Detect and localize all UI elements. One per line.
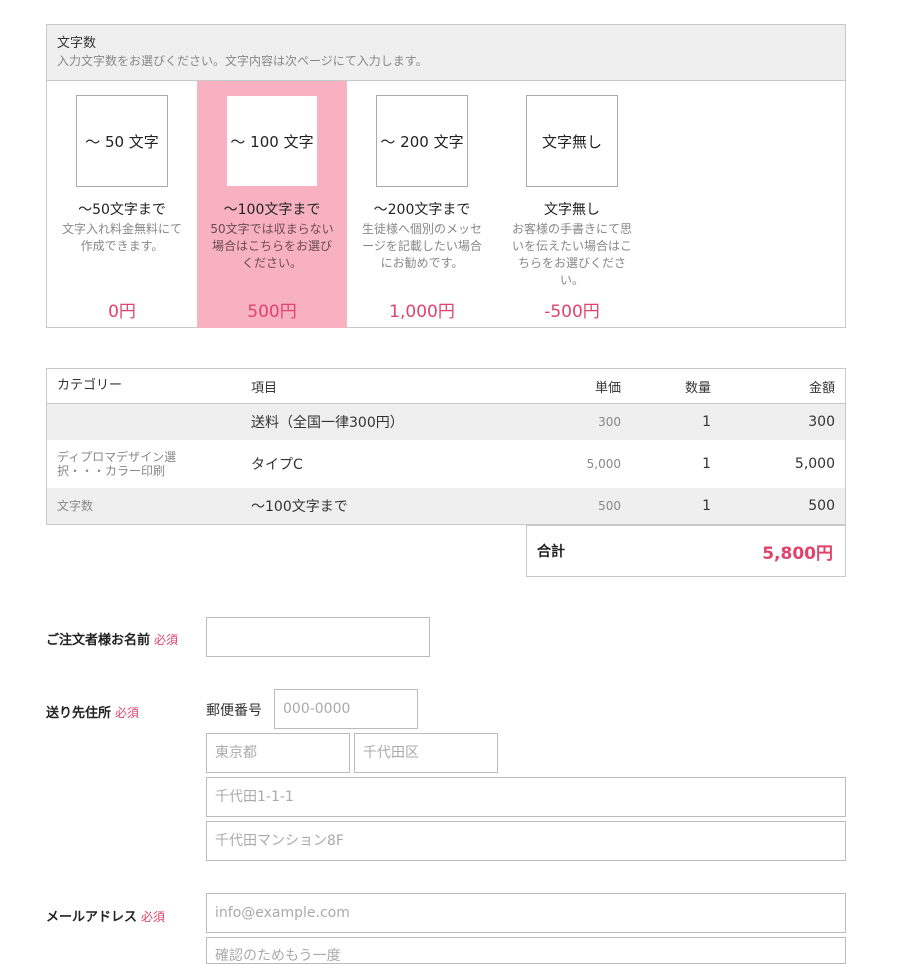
option-price: -500円 xyxy=(544,302,600,322)
row-amount: 5,000 xyxy=(794,456,835,472)
header-item: 項目 xyxy=(251,380,278,396)
row-quantity: 1 xyxy=(702,498,711,514)
required-badge: 必須 xyxy=(154,633,179,647)
email-confirm-input[interactable] xyxy=(206,937,846,964)
row-quantity: 1 xyxy=(702,414,711,430)
row-quantity: 1 xyxy=(702,456,711,472)
orderer-name-label-text: ご注文者様お名前 xyxy=(46,633,151,648)
row-unit-price: 300 xyxy=(598,415,621,429)
panel-header: 文字数 入力文字数をお選びください。文字内容は次ページにて入力します。 xyxy=(47,25,845,81)
option-100-chars[interactable]: 〜 100 文字 〜100文字まで 50文字では収まらない場合はこちらをお選びく… xyxy=(197,81,347,328)
option-name: 文字無し xyxy=(544,202,600,218)
row-item: 〜100文字まで xyxy=(251,499,348,515)
option-thumbnail: 〜 100 文字 xyxy=(226,95,318,187)
table-header-row: カテゴリー 項目 単価 数量 金額 xyxy=(47,369,845,404)
row-item: タイプC xyxy=(251,457,303,473)
option-50-chars[interactable]: 〜 50 文字 〜50文字まで 文字入れ料金無料にて作成できます。 0円 xyxy=(47,81,197,328)
row-amount: 300 xyxy=(808,414,835,430)
required-badge: 必須 xyxy=(115,706,140,720)
email-label: メールアドレス 必須 xyxy=(46,906,165,925)
orderer-name-label: ご注文者様お名前 必須 xyxy=(46,629,178,648)
option-description: 生徒様へ個別のメッセージを記載したい場合にお勧めです。 xyxy=(361,222,482,270)
email-label-text: メールアドレス xyxy=(46,910,138,925)
row-item: 送料（全国一律300円） xyxy=(251,415,404,431)
row-category xyxy=(57,404,207,440)
char-count-panel: 文字数 入力文字数をお選びください。文字内容は次ページにて入力します。 〜 50… xyxy=(46,24,846,328)
required-badge: 必須 xyxy=(141,910,166,924)
city-input[interactable] xyxy=(354,733,498,773)
building-input[interactable] xyxy=(206,821,846,861)
total-box: 合計 5,800円 xyxy=(526,525,846,577)
row-category: 文字数 xyxy=(57,499,94,513)
option-price: 500円 xyxy=(247,302,297,322)
option-no-text[interactable]: 文字無し 文字無し お客様の手書きにて思いを伝えたい場合はこちらをお選びください… xyxy=(497,81,647,328)
table-row: ディプロマデザイン選択・・・カラー印刷 タイプC 5,000 1 5,000 xyxy=(47,440,845,488)
option-description: お客様の手書きにて思いを伝えたい場合はこちらをお選びください。 xyxy=(511,222,632,287)
prefecture-input[interactable] xyxy=(206,733,350,773)
option-thumbnail: 〜 50 文字 xyxy=(76,95,168,187)
row-category: ディプロマデザイン選択・・・カラー印刷 xyxy=(57,450,177,478)
total-value: 5,800円 xyxy=(762,543,833,564)
header-category: カテゴリー xyxy=(57,378,123,393)
option-name: 〜50文字まで xyxy=(78,202,166,218)
email-input[interactable] xyxy=(206,893,846,933)
option-price: 1,000円 xyxy=(389,302,455,322)
row-unit-price: 500 xyxy=(598,499,621,513)
orderer-name-input[interactable] xyxy=(206,617,430,657)
header-quantity: 数量 xyxy=(684,380,711,396)
panel-title: 文字数 xyxy=(57,36,97,51)
option-thumbnail: 〜 200 文字 xyxy=(376,95,468,187)
option-list: 〜 50 文字 〜50文字まで 文字入れ料金無料にて作成できます。 0円 〜 1… xyxy=(47,81,845,328)
option-price: 0円 xyxy=(108,302,136,322)
option-description: 文字入れ料金無料にて作成できます。 xyxy=(61,222,182,253)
row-unit-price: 5,000 xyxy=(586,457,621,471)
table-row: 送料（全国一律300円） 300 1 300 xyxy=(47,404,845,440)
option-name: 〜200文字まで xyxy=(373,202,471,218)
header-unit-price: 単価 xyxy=(594,380,621,396)
street-input[interactable] xyxy=(206,777,846,817)
option-description: 50文字では収まらない場合はこちらをお選びください。 xyxy=(210,222,334,270)
panel-description: 入力文字数をお選びください。文字内容は次ページにて入力します。 xyxy=(57,54,428,68)
option-name: 〜100文字まで xyxy=(223,202,321,218)
header-amount: 金額 xyxy=(808,380,835,396)
total-label: 合計 xyxy=(537,544,565,560)
row-amount: 500 xyxy=(808,498,835,514)
option-200-chars[interactable]: 〜 200 文字 〜200文字まで 生徒様へ個別のメッセージを記載したい場合にお… xyxy=(347,81,497,328)
postal-code-label: 郵便番号 xyxy=(206,703,262,719)
table-row: 文字数 〜100文字まで 500 1 500 xyxy=(47,488,845,524)
postal-code-input[interactable] xyxy=(274,689,418,729)
order-summary-table: カテゴリー 項目 単価 数量 金額 送料（全国一律300円） 300 1 300… xyxy=(46,368,846,525)
address-label-text: 送り先住所 xyxy=(46,706,112,721)
option-thumbnail: 文字無し xyxy=(526,95,618,187)
address-label: 送り先住所 必須 xyxy=(46,702,139,721)
